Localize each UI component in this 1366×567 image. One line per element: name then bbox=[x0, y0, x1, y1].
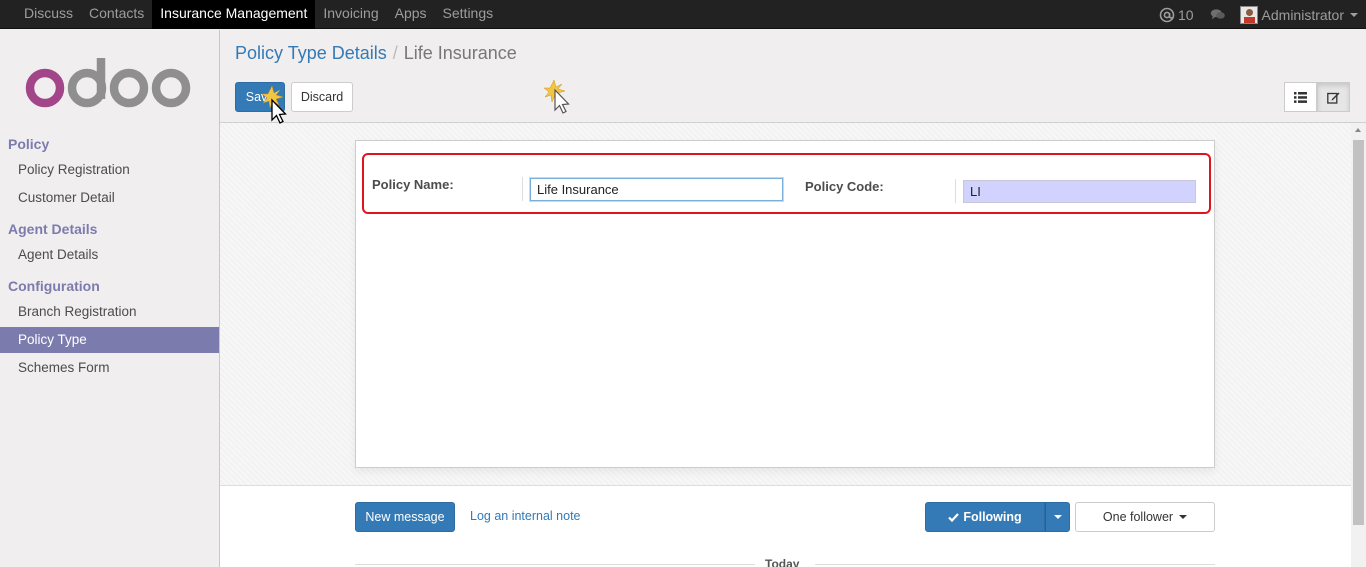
avatar[interactable] bbox=[1239, 5, 1258, 24]
policy-code-input[interactable]: LI bbox=[963, 180, 1196, 203]
notifications-button[interactable]: 10 bbox=[1159, 7, 1194, 23]
separator-line bbox=[815, 564, 1215, 565]
policy-name-input[interactable]: Life Insurance bbox=[530, 178, 783, 201]
menu-apps[interactable]: Apps bbox=[387, 0, 435, 29]
form-view-button[interactable] bbox=[1317, 82, 1350, 112]
sidebar-section-agent-details: Agent Details bbox=[8, 221, 98, 237]
sidebar-item-label: Policy Type bbox=[18, 332, 87, 347]
date-separator: Today bbox=[355, 557, 1215, 567]
vertical-scrollbar[interactable] bbox=[1351, 123, 1366, 567]
notification-count: 10 bbox=[1177, 6, 1194, 23]
breadcrumb: Policy Type Details / Life Insurance bbox=[235, 43, 517, 64]
odoo-logo bbox=[25, 58, 191, 108]
policy-name-label: Policy Name: bbox=[372, 177, 454, 192]
scrollbar-thumb[interactable] bbox=[1353, 140, 1364, 525]
chevron-down-icon bbox=[1179, 515, 1188, 519]
menu-settings[interactable]: Settings bbox=[435, 0, 502, 29]
menu-insurance-management[interactable]: Insurance Management bbox=[152, 0, 316, 29]
menu-contacts[interactable]: Contacts bbox=[81, 0, 152, 29]
breadcrumb-separator: / bbox=[392, 43, 398, 63]
list-view-button[interactable] bbox=[1284, 82, 1317, 112]
sidebar-section-configuration: Configuration bbox=[8, 278, 100, 294]
policy-code-label: Policy Code: bbox=[805, 179, 884, 194]
view-switcher bbox=[1284, 82, 1350, 112]
new-message-button[interactable]: New message bbox=[355, 502, 455, 532]
discard-button[interactable]: Discard bbox=[291, 82, 353, 112]
log-note-link[interactable]: Log an internal note bbox=[470, 509, 581, 523]
top-navbar: Discuss Contacts Insurance Management In… bbox=[0, 0, 1366, 29]
chevron-down-icon bbox=[1053, 515, 1062, 519]
today-label: Today bbox=[765, 557, 800, 567]
at-icon bbox=[1159, 7, 1175, 22]
sidebar-section-policy: Policy bbox=[8, 136, 50, 152]
menu-invoicing[interactable]: Invoicing bbox=[315, 0, 386, 29]
following-label: Following bbox=[963, 510, 1022, 524]
breadcrumb-current: Life Insurance bbox=[403, 43, 517, 63]
list-icon bbox=[1294, 91, 1307, 103]
sidebar-item-policy-registration[interactable]: Policy Registration bbox=[18, 162, 130, 177]
sidebar-item-schemes-form[interactable]: Schemes Form bbox=[18, 360, 110, 375]
following-button[interactable]: Following bbox=[925, 502, 1045, 532]
sidebar-item-customer-detail[interactable]: Customer Detail bbox=[18, 190, 115, 205]
user-name[interactable]: Administrator bbox=[1262, 7, 1344, 23]
systray: 10 Administrator bbox=[1159, 0, 1358, 29]
edit-icon bbox=[1327, 92, 1340, 104]
separator-line bbox=[355, 564, 755, 565]
followers-dropdown[interactable]: One follower bbox=[1075, 502, 1215, 532]
field-divider bbox=[522, 177, 523, 201]
sidebar-item-agent-details[interactable]: Agent Details bbox=[18, 247, 98, 262]
mouse-cursor bbox=[543, 79, 570, 114]
follow-options-dropdown[interactable] bbox=[1045, 502, 1070, 532]
field-divider bbox=[955, 179, 956, 203]
chevron-down-icon bbox=[1350, 12, 1358, 17]
sidebar-item-policy-type[interactable]: Policy Type bbox=[0, 327, 219, 353]
breadcrumb-parent[interactable]: Policy Type Details bbox=[235, 43, 387, 64]
menu-discuss[interactable]: Discuss bbox=[16, 0, 81, 29]
sidebar-item-branch-registration[interactable]: Branch Registration bbox=[18, 304, 137, 319]
check-icon bbox=[948, 512, 960, 522]
chat-icon[interactable] bbox=[1210, 8, 1226, 21]
scroll-up-icon[interactable] bbox=[1355, 128, 1361, 132]
control-panel: Policy Type Details / Life Insurance Sav… bbox=[220, 30, 1366, 123]
click-highlight-cursor bbox=[262, 85, 287, 124]
follow-button-group: Following bbox=[925, 502, 1070, 532]
sidebar bbox=[0, 30, 220, 567]
app-menu: Discuss Contacts Insurance Management In… bbox=[16, 0, 501, 29]
followers-label: One follower bbox=[1102, 510, 1174, 524]
